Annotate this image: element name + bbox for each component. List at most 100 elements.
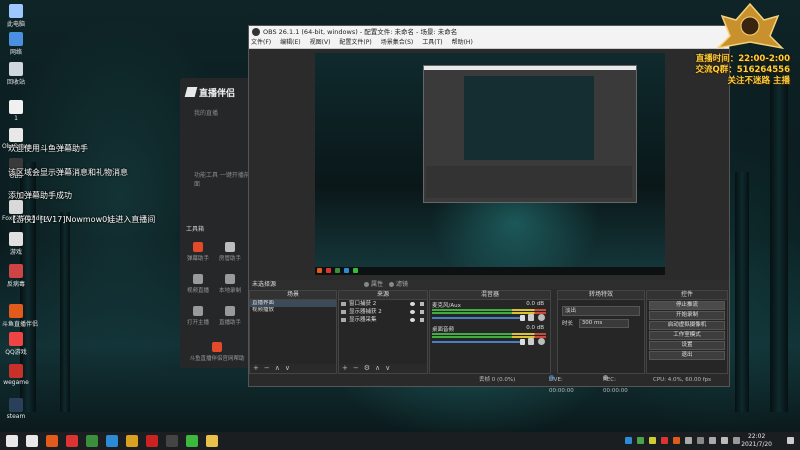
- tool-button[interactable]: 直播助手: [216, 306, 244, 326]
- speaker-icon[interactable]: [528, 338, 534, 345]
- desktop-icon[interactable]: 回收站: [2, 62, 30, 86]
- douyu-icon[interactable]: [46, 435, 58, 447]
- tool-label: 斗鱼直播伴侣官网帮助: [189, 356, 245, 362]
- stream-badge: 直播时间：22:00-2:00 交流Q群：516264556 关注不迷路 主播: [696, 2, 792, 86]
- tray-app-icon[interactable]: [649, 437, 656, 444]
- badge-emblem-icon: [715, 2, 785, 50]
- tool-label: 房管助手: [218, 256, 241, 262]
- remove-icon[interactable]: −: [353, 364, 359, 372]
- gear-icon[interactable]: [538, 314, 545, 321]
- menu-item[interactable]: 帮助(H): [452, 39, 473, 46]
- desktop-icon[interactable]: 1: [2, 100, 30, 122]
- gear-icon[interactable]: ⚙: [364, 364, 370, 372]
- eye-icon[interactable]: [410, 310, 415, 314]
- remove-icon[interactable]: −: [264, 364, 270, 372]
- menu-item[interactable]: 文件(F): [251, 39, 271, 46]
- up-icon[interactable]: ∧: [275, 364, 280, 372]
- tray-game-icon[interactable]: [661, 437, 668, 444]
- source-item[interactable]: 显示器采集: [339, 316, 427, 324]
- scene-item[interactable]: 视频播放: [250, 307, 336, 314]
- tool-button[interactable]: 斗鱼直播伴侣官网帮助: [184, 342, 250, 362]
- edge-icon[interactable]: [106, 435, 118, 447]
- tray-douyu-icon[interactable]: [673, 437, 680, 444]
- menu-item[interactable]: 编辑(E): [280, 39, 300, 46]
- desktop-icon-label: QQ游戏: [5, 349, 27, 356]
- desktop-icon[interactable]: 游戏: [2, 232, 30, 256]
- tool-button[interactable]: 本地录制: [216, 274, 244, 294]
- filters-button[interactable]: 滤镜: [389, 280, 408, 289]
- lock-icon[interactable]: [420, 302, 424, 306]
- tray-cloud-icon[interactable]: [625, 437, 632, 444]
- menu-item[interactable]: 场景集合(S): [381, 39, 414, 46]
- file-explorer-icon[interactable]: [206, 435, 218, 447]
- tray-wechat-icon[interactable]: [637, 437, 644, 444]
- desktop-icon[interactable]: 斗鱼直播伴侣: [2, 304, 38, 328]
- slider-handle[interactable]: [520, 339, 525, 345]
- volume-slider[interactable]: [432, 341, 522, 343]
- tool-button[interactable]: 房管助手: [216, 242, 244, 262]
- obs-icon[interactable]: [166, 435, 178, 447]
- down-icon[interactable]: ∨: [385, 364, 390, 372]
- notification-icon[interactable]: [787, 437, 794, 444]
- search-icon[interactable]: [26, 435, 38, 447]
- add-icon[interactable]: +: [342, 364, 348, 372]
- control-button[interactable]: 开始录制: [649, 311, 725, 320]
- control-button[interactable]: 启动虚拟摄像机: [649, 321, 725, 330]
- menu-item[interactable]: 配置文件(P): [339, 39, 371, 46]
- eye-icon[interactable]: [410, 318, 415, 322]
- eye-icon[interactable]: [410, 302, 415, 306]
- desktop-icon[interactable]: 此电脑: [2, 4, 30, 28]
- lock-icon[interactable]: [420, 310, 424, 314]
- tool-button[interactable]: 弹幕助手: [184, 242, 212, 262]
- up-icon[interactable]: ∧: [375, 364, 380, 372]
- transitions-title: 转场特效: [558, 291, 644, 300]
- duration-input[interactable]: 300 ms: [578, 319, 629, 328]
- tool-button[interactable]: 打开主播: [184, 306, 212, 326]
- preview-canvas[interactable]: [315, 53, 665, 275]
- menu-item[interactable]: 视图(V): [310, 39, 331, 46]
- volume-slider[interactable]: [432, 317, 522, 319]
- danmu-message: 该区域会显示弹幕消息和礼物消息: [8, 168, 128, 177]
- desktop-icon[interactable]: QQ游戏: [2, 332, 30, 356]
- control-button[interactable]: 停止推流: [649, 301, 725, 310]
- control-button[interactable]: 工作室模式: [649, 331, 725, 340]
- game-icon[interactable]: [146, 435, 158, 447]
- tool-label: 视频直播: [186, 288, 209, 294]
- tool-button[interactable]: 视频直播: [184, 274, 212, 294]
- source-item[interactable]: 显示器捕获 2: [339, 308, 427, 316]
- wechat-icon[interactable]: [186, 435, 198, 447]
- gear-icon[interactable]: [538, 338, 545, 345]
- control-button[interactable]: 退出: [649, 351, 725, 360]
- tray-mic-icon[interactable]: [697, 437, 704, 444]
- transition-select[interactable]: 淡出: [562, 306, 640, 316]
- netease-icon[interactable]: [66, 435, 78, 447]
- down-icon[interactable]: ∨: [285, 364, 290, 372]
- scene-item[interactable]: 直播界面: [250, 300, 336, 307]
- add-icon[interactable]: +: [253, 364, 259, 372]
- control-button[interactable]: 设置: [649, 341, 725, 350]
- properties-button[interactable]: 属性: [364, 280, 383, 289]
- store-icon[interactable]: [126, 435, 138, 447]
- desktop-icon[interactable]: steam: [2, 398, 30, 420]
- helper-tab[interactable]: 我的直播: [194, 108, 218, 117]
- sources-dock: 来源 窗口捕获 2 显示器捕获 2 显示器采集 + − ⚙ ∧ ∨: [338, 290, 428, 374]
- source-item[interactable]: 窗口捕获 2: [339, 300, 427, 308]
- tray-volume-icon[interactable]: [721, 437, 728, 444]
- desktop-icon[interactable]: 网络: [2, 32, 30, 56]
- camera-icon: [193, 306, 203, 316]
- desktop-icon[interactable]: 反病毒: [2, 264, 30, 288]
- monitor-icon: [225, 306, 235, 316]
- clock[interactable]: 22:02 2021/7/20: [741, 433, 772, 449]
- chrome-icon[interactable]: [86, 435, 98, 447]
- window-title: OBS 26.1.1 (64-bit, windows) - 配置文件: 未命名…: [263, 28, 458, 36]
- start-icon[interactable]: [6, 435, 18, 447]
- tray-chevron-icon[interactable]: [685, 437, 692, 444]
- speaker-icon[interactable]: [528, 314, 534, 321]
- tray-ime-icon[interactable]: [733, 437, 740, 444]
- lock-icon[interactable]: [420, 318, 424, 322]
- tray-network-icon[interactable]: [709, 437, 716, 444]
- menu-item[interactable]: 工具(T): [422, 39, 442, 46]
- slider-handle[interactable]: [520, 315, 525, 321]
- help-icon: [212, 342, 222, 352]
- desktop-icon[interactable]: wegame: [2, 364, 30, 386]
